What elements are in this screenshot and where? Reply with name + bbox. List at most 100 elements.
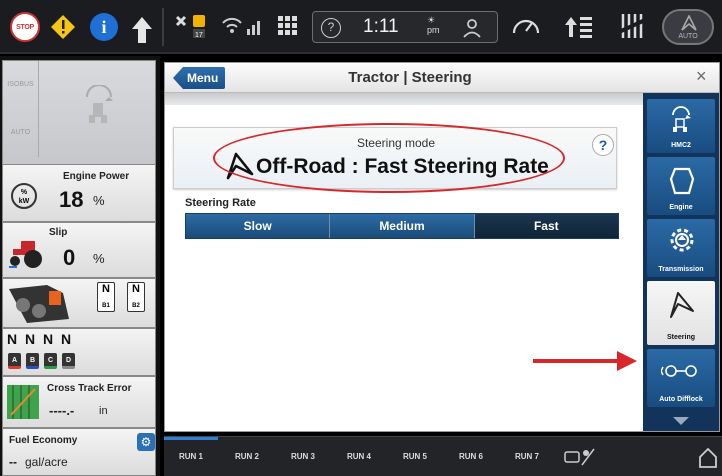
difflock-icon bbox=[661, 365, 697, 377]
hmc2-icon bbox=[672, 106, 691, 132]
clock-ampm: pm bbox=[427, 25, 440, 35]
run-2-tab[interactable]: RUN 2 bbox=[220, 437, 274, 476]
run-settings-icon[interactable] bbox=[564, 447, 596, 467]
info-icon[interactable]: i bbox=[90, 13, 118, 41]
slip-widget[interactable]: Slip 0 % bbox=[2, 222, 156, 278]
nav-auto-difflock-label: Auto Difflock bbox=[659, 396, 703, 403]
clock-time: 1:11 bbox=[363, 16, 399, 37]
nav-engine[interactable]: Engine bbox=[647, 157, 715, 215]
nav-auto-difflock[interactable]: Auto Difflock bbox=[647, 349, 715, 407]
divider bbox=[162, 8, 164, 46]
annotation-ellipse bbox=[213, 123, 565, 193]
nav-hmc2[interactable]: HMC2 bbox=[647, 99, 715, 153]
run-7-tab[interactable]: RUN 7 bbox=[500, 437, 554, 476]
auto-label: AUTO bbox=[678, 33, 698, 40]
run-1-tab[interactable]: RUN 1 bbox=[164, 437, 218, 476]
cross-track-error-widget[interactable]: Cross Track Error ----.- in bbox=[2, 376, 156, 428]
stop-icon[interactable]: STOP bbox=[10, 12, 40, 42]
brake-widget[interactable]: N B1 N B2 bbox=[2, 278, 156, 328]
remote-b-n: N bbox=[25, 331, 36, 347]
svg-text:17: 17 bbox=[195, 32, 203, 39]
engine-power-widget[interactable]: Engine Power % kW 18 % bbox=[2, 164, 156, 222]
signal-strength-icon[interactable] bbox=[220, 9, 266, 43]
nav-transmission-label: Transmission bbox=[658, 266, 704, 273]
transmission-icon bbox=[670, 228, 694, 252]
remote-a-tag: A bbox=[8, 353, 21, 369]
isobus-label: ISOBUS bbox=[3, 61, 39, 109]
user-icon[interactable] bbox=[461, 18, 483, 38]
home-icon[interactable] bbox=[698, 447, 718, 469]
window-titlebar: Menu Tractor | Steering × bbox=[165, 63, 719, 93]
left-widget-panel: ISOBUS AUTO Engine Power % kW 18 % Slip 0… bbox=[0, 56, 160, 476]
remote-c-tag: C bbox=[44, 353, 57, 369]
window-title: Tractor | Steering bbox=[348, 69, 472, 86]
lift-control-icon[interactable] bbox=[562, 9, 598, 43]
nav-steering[interactable]: Steering bbox=[647, 281, 715, 345]
tractor-slip-icon bbox=[9, 241, 42, 268]
top-status-bar: STOP i 17 ? 1:11 ☀ pm AUTO bbox=[0, 0, 722, 54]
help-icon[interactable]: ? bbox=[321, 18, 341, 38]
right-nav: HMC2 Engine Transmission Steering Auto D… bbox=[643, 93, 719, 431]
run-3-tab[interactable]: RUN 3 bbox=[276, 437, 330, 476]
fuel-economy-widget[interactable]: Fuel Economy ⚙ -- gal/acre bbox=[2, 428, 156, 476]
rate-option-slow[interactable]: Slow bbox=[186, 214, 331, 238]
b1-label: B1 bbox=[102, 303, 110, 309]
rate-option-fast[interactable]: Fast bbox=[474, 214, 618, 238]
warning-icon[interactable] bbox=[50, 14, 76, 40]
gear-icon[interactable]: ⚙ bbox=[137, 433, 155, 451]
content-header-strip bbox=[165, 93, 643, 105]
slip-unit: % bbox=[93, 251, 105, 266]
help-icon[interactable]: ? bbox=[592, 134, 614, 156]
rate-option-medium[interactable]: Medium bbox=[330, 214, 475, 238]
stop-label: STOP bbox=[16, 23, 34, 31]
cross-track-label: Cross Track Error bbox=[47, 383, 132, 394]
slip-value: 0 bbox=[63, 245, 76, 270]
close-icon[interactable]: × bbox=[696, 66, 707, 87]
steering-window: Menu Tractor | Steering × Steering mode … bbox=[164, 62, 720, 432]
engine-power-unit: % bbox=[93, 193, 105, 208]
nav-transmission[interactable]: Transmission bbox=[647, 219, 715, 277]
up-arrow-icon[interactable] bbox=[130, 13, 154, 47]
grid-menu-icon[interactable] bbox=[276, 9, 300, 43]
run-5-tab[interactable]: RUN 5 bbox=[388, 437, 442, 476]
steering-icon bbox=[670, 292, 694, 318]
remote-valves-widget[interactable]: N N N N A B C D bbox=[2, 328, 156, 376]
annotation-arrow-icon bbox=[533, 351, 637, 371]
b1-n: N bbox=[102, 283, 110, 295]
b1-indicator: N B1 bbox=[97, 282, 115, 312]
fuel-economy-unit: gal/acre bbox=[25, 455, 68, 469]
engine-power-label: Engine Power bbox=[63, 171, 130, 182]
nav-engine-label: Engine bbox=[669, 204, 693, 211]
fuel-economy-label: Fuel Economy bbox=[9, 435, 78, 446]
steering-content: Steering mode Off-Road : Fast Steering R… bbox=[165, 93, 643, 431]
run-6-tab[interactable]: RUN 6 bbox=[444, 437, 498, 476]
engine-icon bbox=[669, 167, 695, 195]
scroll-down-icon[interactable] bbox=[673, 417, 689, 425]
gps-satellite-icon[interactable]: 17 bbox=[172, 9, 212, 43]
isobus-widget[interactable]: ISOBUS AUTO bbox=[2, 60, 156, 166]
b2-n: N bbox=[132, 283, 140, 295]
slip-label: Slip bbox=[49, 227, 68, 238]
implement-icon[interactable] bbox=[614, 9, 650, 43]
b2-label: B2 bbox=[132, 303, 140, 309]
field-map-icon bbox=[7, 385, 39, 419]
nav-steering-label: Steering bbox=[666, 334, 695, 341]
remote-a-n: N bbox=[7, 331, 18, 347]
cross-track-unit: in bbox=[99, 405, 108, 417]
remote-c-n: N bbox=[43, 331, 54, 347]
remote-b-tag: B bbox=[26, 353, 39, 369]
b2-indicator: N B2 bbox=[127, 282, 145, 312]
run-4-tab[interactable]: RUN 4 bbox=[332, 437, 386, 476]
speedometer-icon[interactable] bbox=[508, 9, 544, 43]
steering-rate-label: Steering Rate bbox=[185, 197, 256, 209]
remote-d-n: N bbox=[61, 331, 72, 347]
engine-power-value: 18 bbox=[59, 187, 84, 212]
cross-track-value: ----.- bbox=[49, 403, 75, 418]
power-kw-icon: % kW bbox=[11, 183, 37, 209]
run-bar: RUN 1 RUN 2 RUN 3 RUN 4 RUN 5 RUN 6 RUN … bbox=[164, 436, 722, 476]
auto-steer-button[interactable]: AUTO bbox=[662, 9, 714, 45]
hitch-icon bbox=[86, 85, 113, 123]
steering-rate-selector: Slow Medium Fast bbox=[185, 213, 619, 239]
clock-widget[interactable]: ? 1:11 ☀ pm bbox=[312, 11, 498, 43]
auto-label: AUTO bbox=[3, 109, 39, 157]
